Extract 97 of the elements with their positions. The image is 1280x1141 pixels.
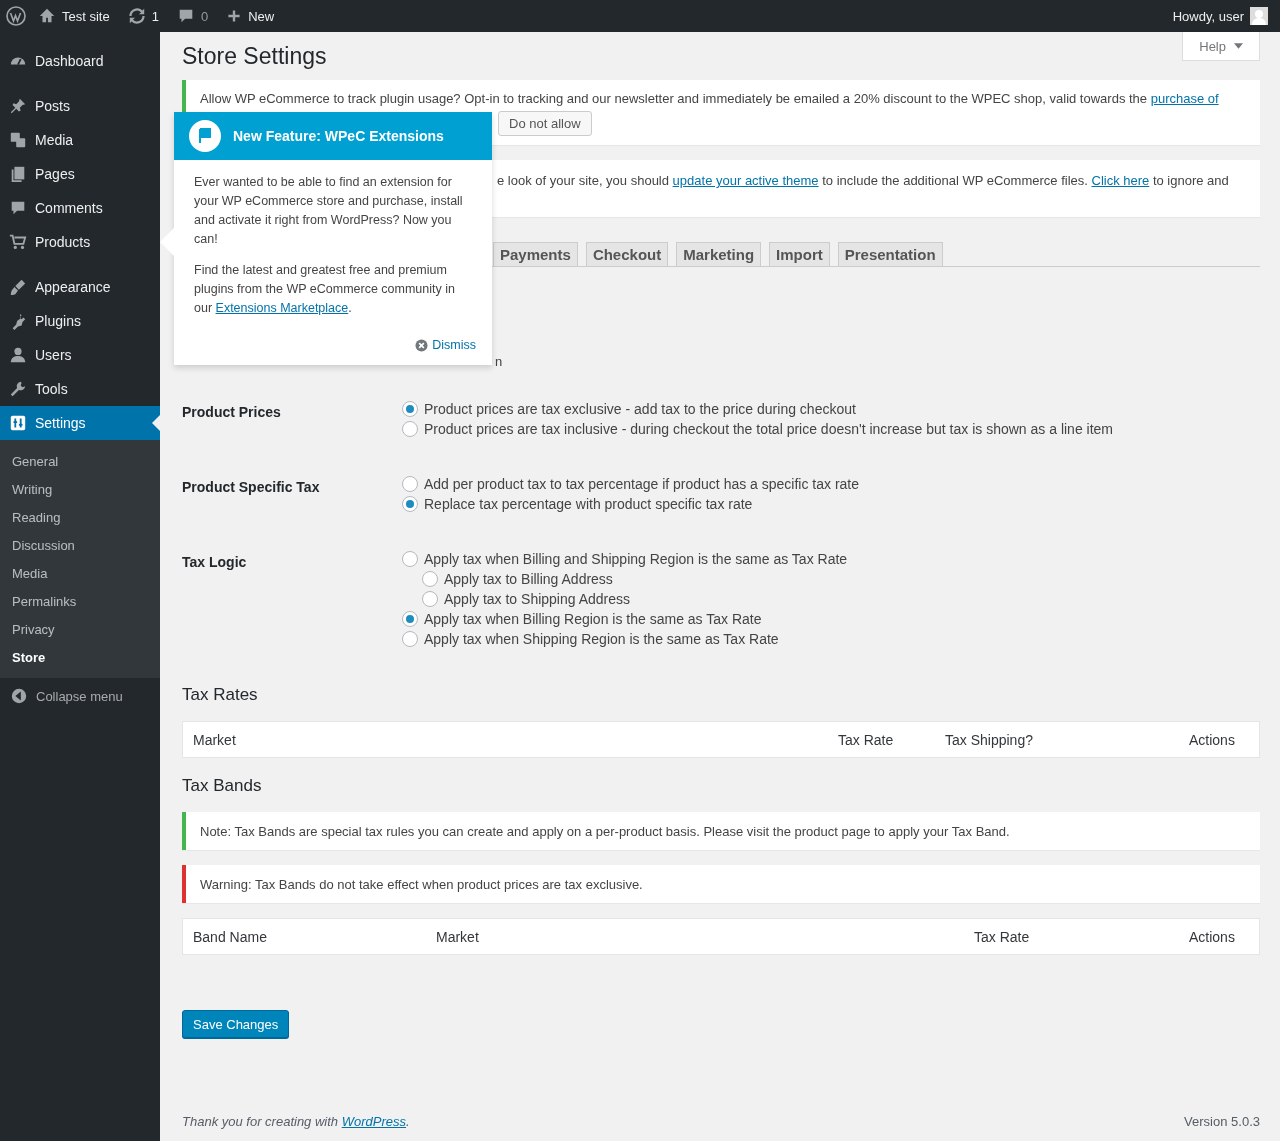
submenu-item[interactable]: Store	[0, 643, 160, 671]
settings-tab[interactable]: Import	[769, 242, 830, 266]
column-header: Actions	[1189, 731, 1236, 748]
sliders-icon	[9, 414, 27, 432]
submenu-item[interactable]: Privacy	[0, 615, 160, 643]
option-label: Apply tax when Billing Region is the same as Tax Rate	[424, 611, 762, 627]
radio-button[interactable]	[402, 401, 418, 417]
menu-item[interactable]: Media	[0, 123, 160, 157]
submenu-item[interactable]: Reading	[0, 503, 160, 531]
notice-text: e look of your site, you should update your active theme to include the additional WP eCommerce files. Click here to ignore and	[497, 172, 1230, 190]
option-label: Replace tax percentage with product specific tax rate	[424, 496, 753, 512]
paintbrush-icon	[9, 278, 27, 296]
radio-button[interactable]	[402, 421, 418, 437]
column-header: Market	[193, 731, 237, 748]
section-heading: Tax Rates	[182, 684, 259, 706]
column-header: Tax Shipping?	[945, 731, 1034, 748]
submenu-item[interactable]: Discussion	[0, 531, 160, 559]
close-icon	[415, 339, 429, 352]
column-header: Market	[436, 928, 480, 945]
column-header: Band Name	[193, 928, 268, 945]
option-label: Product prices are tax inclusive - during checkout the total price doesn't increase but tax is shown as a line item	[424, 421, 1114, 437]
settings-tab[interactable]: Marketing	[676, 242, 762, 266]
radio-button[interactable]	[422, 571, 438, 587]
new-link[interactable]: New	[220, 0, 281, 32]
column-header: Actions	[1189, 928, 1236, 945]
field-label: Product Prices	[182, 403, 282, 422]
menu-item[interactable]: Dashboard	[0, 44, 160, 78]
comments-link[interactable]: 0	[170, 0, 215, 32]
popup-paragraph: Ever wanted to be able to find an extension for your WP eCommerce store and purchase, install and activate it right from WordPress? Now you can!	[194, 174, 464, 248]
radio-button[interactable]	[402, 611, 418, 627]
left-arrow-circle-icon	[10, 687, 28, 705]
menu-item[interactable]: Appearance	[0, 270, 160, 304]
radio-button[interactable]	[402, 631, 418, 647]
menu-item[interactable]: Users	[0, 338, 160, 372]
site-link[interactable]: Test site	[32, 0, 116, 32]
menu-item[interactable]: Posts	[0, 89, 160, 123]
menu-item[interactable]: Plugins	[0, 304, 160, 338]
menu-item[interactable]: Products	[0, 225, 160, 259]
version-text: Version 5.0.3	[1184, 1114, 1260, 1129]
collapse-menu-button[interactable]: Collapse menu	[0, 679, 160, 713]
column-header: Tax Rate	[838, 731, 895, 748]
text-link[interactable]: purchase of	[1150, 91, 1219, 106]
refresh-icon	[127, 7, 146, 25]
partial-text: n	[495, 353, 503, 371]
option-label: Product prices are tax exclusive - add tax to the price during checkout	[424, 401, 856, 417]
avatar-icon	[1250, 7, 1268, 25]
wrench-icon	[9, 380, 27, 398]
flag-icon	[189, 120, 221, 152]
dismiss-link[interactable]: Dismiss	[194, 336, 476, 355]
user-icon	[9, 346, 27, 364]
radio-button[interactable]	[402, 496, 418, 512]
pages-icon	[9, 165, 27, 183]
submenu-item[interactable]: Media	[0, 559, 160, 587]
settings-tab[interactable]: Checkout	[585, 242, 669, 266]
menu-item[interactable]: Settings	[0, 406, 160, 440]
account-link[interactable]: Howdy, user	[1166, 0, 1274, 32]
notice-text: Note: Tax Bands are special tax rules you can create and apply on a per-product basis. Please visit the product page to apply your Tax Band.	[200, 822, 1010, 841]
save-changes-button[interactable]: Save Changes	[182, 1010, 290, 1038]
option-label: Apply tax to Shipping Address	[444, 591, 630, 607]
menu-item[interactable]: Tools	[0, 372, 160, 406]
option-label: Apply tax when Billing and Shipping Region is the same as Tax Rate	[424, 551, 848, 567]
home-icon	[38, 7, 56, 25]
popup-paragraph: Find the latest and greatest free and premium plugins from the WP eCommerce community in our Extensions Marketplace.	[194, 262, 456, 317]
section-heading: Tax Bands	[182, 775, 263, 797]
submenu-item[interactable]: Writing	[0, 475, 160, 503]
page-title: Store Settings	[182, 42, 327, 71]
radio-button[interactable]	[402, 551, 418, 567]
notice-text: Allow WP eCommerce to track plugin usage? Opt-in to tracking and our newsletter and immediately be emailed a 20% discount to the WPEC shop, valid towards the purchase of	[200, 90, 1220, 108]
updates-link[interactable]: 1	[121, 0, 165, 32]
media-icon	[9, 131, 27, 149]
field-label: Product Specific Tax	[182, 478, 321, 497]
notice-text: Warning: Tax Bands do not take effect when product prices are tax exclusive.	[200, 875, 643, 894]
menu-item[interactable]: Pages	[0, 157, 160, 191]
radio-button[interactable]	[402, 476, 418, 492]
help-tab[interactable]: Help	[1182, 32, 1260, 61]
option-label: Add per product tax to tax percentage if product has a specific tax rate	[424, 476, 860, 492]
footer-text: Thank you for creating with WordPress.	[182, 1114, 410, 1129]
settings-tab[interactable]: Presentation	[837, 242, 943, 266]
settings-tab[interactable]: Payments	[493, 242, 578, 266]
do-not-allow-button[interactable]: Do not allow	[498, 111, 592, 136]
column-header: Tax Rate	[974, 928, 1031, 945]
pushpin-icon	[9, 97, 27, 115]
submenu-item[interactable]: General	[0, 447, 160, 475]
submenu-item[interactable]: Permalinks	[0, 587, 160, 615]
option-label: Apply tax to Billing Address	[444, 571, 613, 587]
option-label: Apply tax when Shipping Region is the same as Tax Rate	[424, 631, 779, 647]
text-link[interactable]: Click here	[1091, 173, 1150, 188]
text-link[interactable]: update your active theme	[672, 173, 819, 188]
wordpress-logo-icon[interactable]	[6, 6, 26, 26]
popup-title: New Feature: WPeC Extensions	[233, 128, 444, 144]
field-label: Tax Logic	[182, 553, 248, 572]
wordpress-link[interactable]: WordPress	[341, 1114, 406, 1129]
caret-icon	[1234, 43, 1243, 49]
radio-button[interactable]	[422, 591, 438, 607]
menu-item[interactable]: Comments	[0, 191, 160, 225]
plus-icon	[226, 8, 243, 24]
cart-icon	[9, 233, 27, 251]
